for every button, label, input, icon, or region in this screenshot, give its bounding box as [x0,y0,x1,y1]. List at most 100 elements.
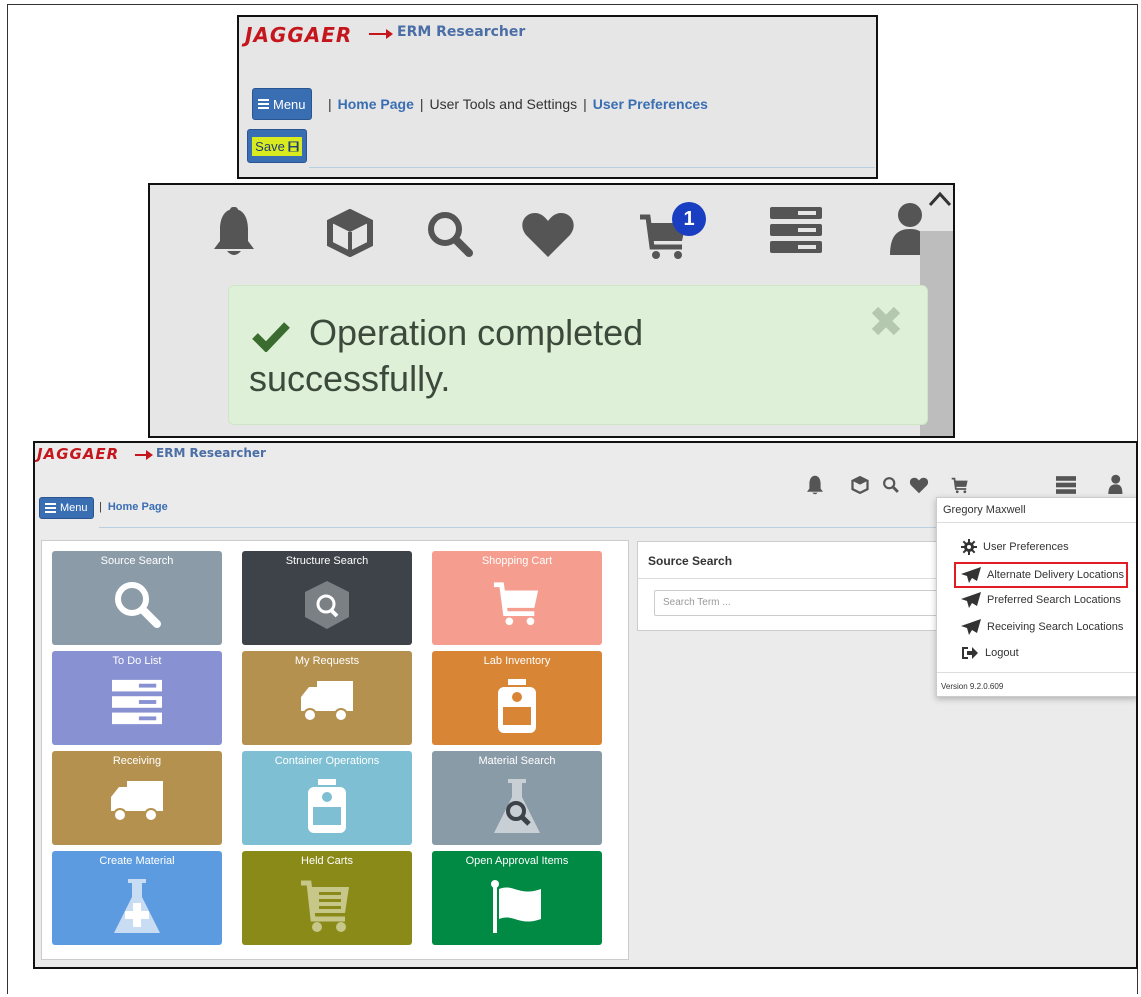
gear-icon [961,539,977,555]
tile-container-operations[interactable]: Container Operations [242,751,412,845]
menu-divider [937,672,1136,673]
tile-label: Lab Inventory [483,655,551,667]
success-message: Operation completed successfully. [249,310,809,402]
header-divider [99,527,936,528]
truck-icon [301,681,353,722]
source-search-panel: Source Search Search Term ... [637,541,977,631]
bell-icon[interactable] [212,207,256,257]
search-icon [115,582,161,628]
save-button[interactable]: Save [247,129,307,163]
cube-search-icon [305,581,349,629]
version-text: Version 9.2.0.609 [941,682,1004,691]
tile-label: Shopping Cart [481,555,553,567]
breadcrumb: | Home Page | User Tools and Settings | … [328,96,708,112]
user-name: Gregory Maxwell [943,504,1026,516]
success-message-line2: successfully. [249,358,451,399]
breadcrumb-user-tools: User Tools and Settings [429,96,578,112]
app-title: ERM Researcher [397,24,526,40]
success-notification-panel: 1 Operation completed successfully. [148,183,955,438]
tile-to-do-list[interactable]: To Do List [52,651,222,745]
menu-item-receiving-search-locations[interactable]: Receiving Search Locations [961,616,1131,638]
tile-receiving[interactable]: Receiving [52,751,222,845]
logo-arrow [369,29,393,39]
menu-divider [937,522,1136,523]
tile-label: Source Search [100,555,174,567]
tile-label: Material Search [478,755,556,767]
menu-item-label: Logout [985,647,1019,659]
server-icon[interactable] [1056,476,1076,494]
flag-icon [491,880,541,933]
menu-item-logout[interactable]: Logout [961,642,1131,664]
server-icon[interactable] [770,207,822,253]
flask-search-icon [494,779,540,833]
hamburger-icon [258,97,269,111]
jaggaer-logo: JAGGAER [245,23,353,47]
tile-shopping-cart[interactable]: Shopping Cart [432,551,602,645]
logout-icon [962,647,978,659]
tile-held-carts[interactable]: Held Carts [242,851,412,945]
breadcrumb-home-page[interactable]: Home Page [338,96,414,112]
tile-label: Receiving [112,755,162,767]
menu-label: Menu [60,502,88,514]
bell-icon[interactable] [806,475,824,495]
user-icon[interactable] [1107,474,1123,494]
paper-plane-icon [961,619,981,635]
flask-plus-icon [114,879,160,933]
panel-divider [638,578,976,579]
menu-button[interactable]: Menu [39,497,94,519]
menu-button[interactable]: Menu [252,88,312,120]
cart-list-icon [301,880,349,932]
tile-create-material[interactable]: Create Material [52,851,222,945]
breadcrumb-user-preferences[interactable]: User Preferences [593,96,708,112]
chevron-up-icon[interactable] [928,191,952,207]
dashboard-tiles: Source Search Structure Search Shopping … [41,540,629,960]
tile-label: Create Material [99,855,175,867]
cube-icon[interactable] [326,209,374,257]
breadcrumb: | Home Page [99,501,168,513]
menu-item-preferred-search-locations[interactable]: Preferred Search Locations [961,589,1131,611]
cube-icon[interactable] [851,476,869,494]
tile-label: To Do List [112,655,162,667]
breadcrumb-home-page[interactable]: Home Page [108,501,168,513]
tile-material-search[interactable]: Material Search [432,751,602,845]
heart-icon[interactable] [909,477,929,494]
tile-label: Container Operations [274,755,380,767]
heart-icon[interactable] [520,211,576,259]
server-icon [112,679,162,725]
tile-label: Structure Search [285,555,369,567]
tile-label: Held Carts [301,855,353,867]
tile-lab-inventory[interactable]: Lab Inventory [432,651,602,745]
preferences-header-panel: JAGGAER ERM Researcher Menu | Home Page … [237,15,878,179]
paper-plane-icon [961,567,981,583]
home-page-panel: JAGGAER ERM Researcher Menu | Home Page [33,441,1138,969]
cart-icon [493,582,539,626]
success-alert: Operation completed successfully. [228,285,928,425]
logo-arrow [135,450,153,460]
cart-icon[interactable] [951,477,969,494]
search-icon[interactable] [882,476,900,494]
bottle-icon [498,679,536,733]
menu-item-label: Preferred Search Locations [987,594,1121,606]
user-menu-dropdown: Gregory Maxwell User Preferences Alterna… [936,497,1136,697]
menu-item-alternate-delivery-locations[interactable]: Alternate Delivery Locations [954,562,1128,588]
hamburger-icon [45,501,56,515]
save-label: Save [255,138,285,154]
truck-icon [111,781,163,822]
tile-label: Open Approval Items [465,855,569,867]
tile-open-approval-items[interactable]: Open Approval Items [432,851,602,945]
tile-my-requests[interactable]: My Requests [242,651,412,745]
tile-source-search[interactable]: Source Search [52,551,222,645]
menu-label: Menu [273,96,306,112]
search-term-input[interactable]: Search Term ... [654,590,964,616]
search-icon[interactable] [425,209,475,259]
source-search-title: Source Search [648,554,733,568]
close-icon[interactable] [869,304,903,338]
tile-structure-search[interactable]: Structure Search [242,551,412,645]
menu-item-label: Receiving Search Locations [987,621,1124,633]
menu-item-label: Alternate Delivery Locations [987,569,1124,581]
paper-plane-icon [961,592,981,608]
success-message-line1: Operation completed [309,312,644,353]
jaggaer-logo: JAGGAER [37,445,120,463]
menu-item-user-preferences[interactable]: User Preferences [961,536,1131,558]
menu-item-label: User Preferences [983,541,1069,553]
